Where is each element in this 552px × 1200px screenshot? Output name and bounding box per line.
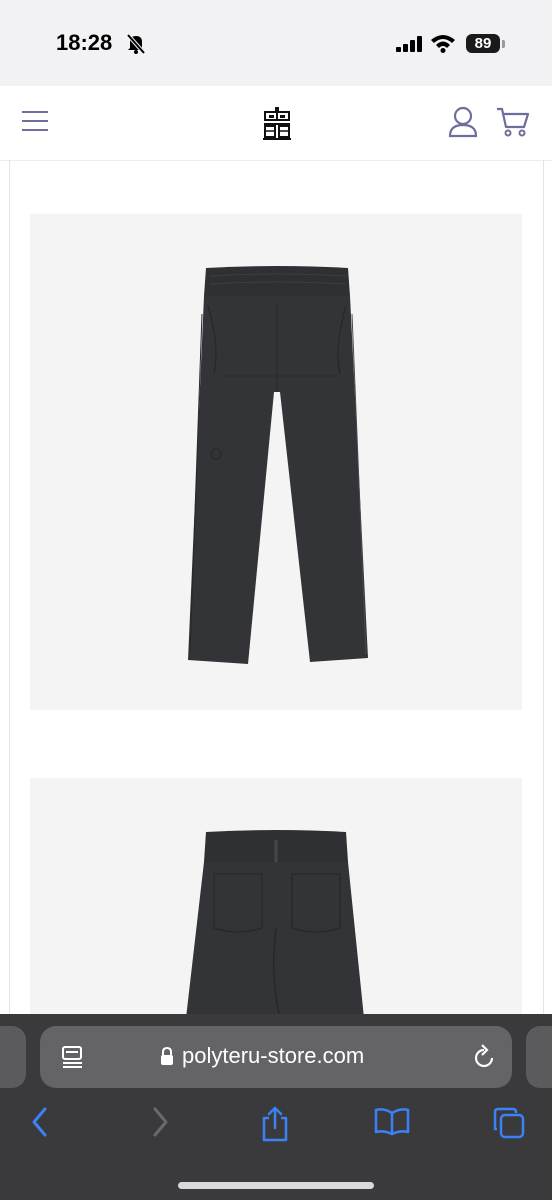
site-header xyxy=(0,86,552,161)
url-text[interactable]: polyteru-store.com xyxy=(182,1043,364,1069)
lock-icon xyxy=(160,1046,174,1071)
product-image-front[interactable] xyxy=(30,214,522,710)
cellular-signal-icon xyxy=(396,36,424,57)
previous-tab-peek[interactable] xyxy=(0,1026,26,1088)
hamburger-menu-icon[interactable] xyxy=(22,110,48,137)
battery-level: 89 xyxy=(466,34,500,53)
address-bar[interactable]: polyteru-store.com xyxy=(40,1026,512,1088)
tabs-icon[interactable] xyxy=(492,1106,526,1145)
wifi-icon xyxy=(430,33,456,58)
site-logo-icon[interactable] xyxy=(262,106,292,145)
browser-toolbar xyxy=(0,1096,552,1156)
content-border-left xyxy=(9,160,10,1020)
product-image-back[interactable] xyxy=(30,778,522,1038)
cart-icon[interactable] xyxy=(496,106,530,143)
status-time: 18:28 xyxy=(56,30,113,55)
bell-muted-icon xyxy=(126,33,146,60)
page-menu-icon[interactable] xyxy=(62,1046,86,1073)
share-icon[interactable] xyxy=(260,1106,290,1147)
forward-icon[interactable] xyxy=(150,1106,170,1143)
home-indicator xyxy=(178,1182,374,1189)
battery-tip xyxy=(502,40,505,48)
account-icon[interactable] xyxy=(448,106,478,143)
content-border-right xyxy=(543,160,544,1020)
bookmarks-icon[interactable] xyxy=(374,1106,410,1143)
reload-icon[interactable] xyxy=(472,1044,496,1075)
back-icon[interactable] xyxy=(30,1106,50,1143)
next-tab-peek[interactable] xyxy=(526,1026,552,1088)
status-bar: 18:28 89 xyxy=(0,0,552,86)
